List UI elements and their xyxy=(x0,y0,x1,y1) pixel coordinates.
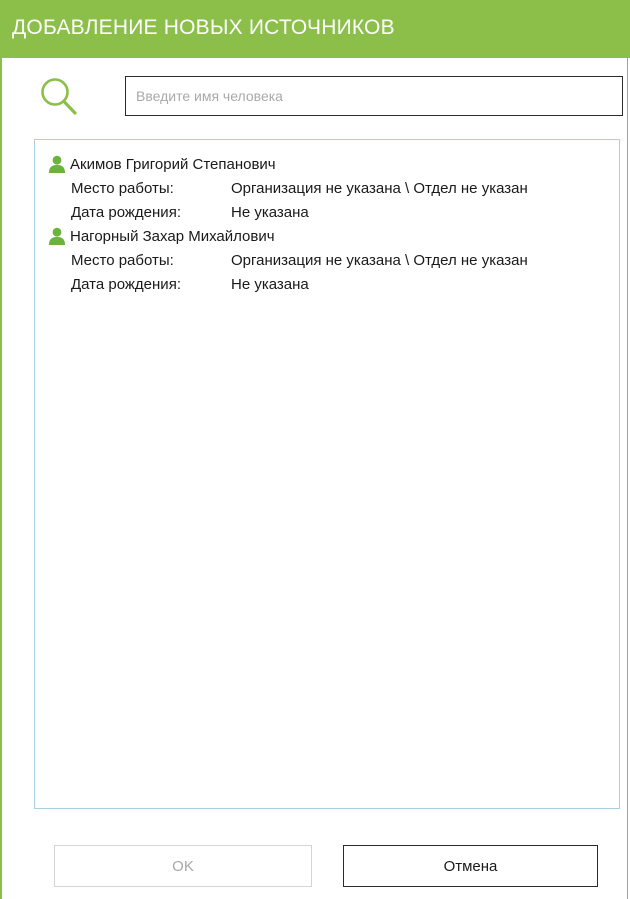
search-input[interactable] xyxy=(125,76,623,116)
person-name: Акимов Григорий Степанович xyxy=(70,155,276,173)
person-icon xyxy=(49,155,65,173)
add-sources-dialog: ДОБАВЛЕНИЕ НОВЫХ ИСТОЧНИКОВ Акимов Григо… xyxy=(0,0,630,899)
search-icon xyxy=(41,78,77,115)
workplace-row: Место работы: Организация не указана \ О… xyxy=(48,176,619,200)
birthdate-label: Дата рождения: xyxy=(71,203,181,221)
birthdate-value: Не указана xyxy=(231,275,309,293)
person-icon xyxy=(49,227,65,245)
person-name: Нагорный Захар Михайлович xyxy=(70,227,275,245)
workplace-label: Место работы: xyxy=(71,179,174,197)
birthdate-row: Дата рождения: Не указана xyxy=(48,200,619,224)
person-name-row[interactable]: Нагорный Захар Михайлович xyxy=(48,224,619,248)
dialog-title: ДОБАВЛЕНИЕ НОВЫХ ИСТОЧНИКОВ xyxy=(12,16,395,39)
workplace-value: Организация не указана \ Отдел не указан xyxy=(231,179,528,197)
cancel-button[interactable]: Отмена xyxy=(343,845,598,887)
title-bar: ДОБАВЛЕНИЕ НОВЫХ ИСТОЧНИКОВ xyxy=(2,0,630,58)
workplace-row: Место работы: Организация не указана \ О… xyxy=(48,248,619,272)
workplace-value: Организация не указана \ Отдел не указан xyxy=(231,251,528,269)
ok-button[interactable]: OK xyxy=(54,845,312,887)
people-list[interactable]: Акимов Григорий Степанович Место работы:… xyxy=(34,139,620,809)
list-item[interactable]: Акимов Григорий Степанович Место работы:… xyxy=(48,152,619,224)
birthdate-row: Дата рождения: Не указана xyxy=(48,272,619,296)
birthdate-value: Не указана xyxy=(231,203,309,221)
list-item[interactable]: Нагорный Захар Михайлович Место работы: … xyxy=(48,224,619,296)
birthdate-label: Дата рождения: xyxy=(71,275,181,293)
workplace-label: Место работы: xyxy=(71,251,174,269)
person-name-row[interactable]: Акимов Григорий Степанович xyxy=(48,152,619,176)
